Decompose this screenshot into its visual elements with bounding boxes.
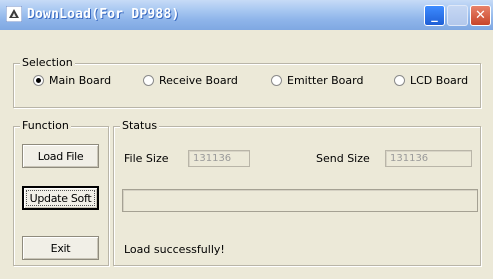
minimize-icon: _ <box>431 8 438 23</box>
minimize-button[interactable]: _ <box>424 5 445 26</box>
radio-label: Main Board <box>49 74 112 87</box>
function-legend: Function <box>20 119 71 133</box>
radio-circle[interactable] <box>394 75 405 86</box>
app-icon <box>6 6 22 22</box>
dialog-window: DownLoad(For DP988) _ ✕ Selection Main B… <box>0 0 493 279</box>
radio-lcd-board[interactable]: LCD Board <box>394 74 468 87</box>
maximize-button[interactable] <box>447 5 468 26</box>
close-button[interactable]: ✕ <box>470 5 491 26</box>
selection-legend: Selection <box>20 56 75 70</box>
close-icon: ✕ <box>475 8 486 23</box>
file-size-field: 131136 <box>188 150 250 167</box>
radio-circle[interactable] <box>33 75 44 86</box>
send-size-label: Send Size <box>316 152 370 165</box>
update-soft-button[interactable]: Update Soft <box>22 186 99 210</box>
status-legend: Status <box>120 119 160 133</box>
status-message: Load successfully! <box>124 243 225 256</box>
send-size-field: 131136 <box>385 150 472 167</box>
radio-label: LCD Board <box>410 74 469 87</box>
exit-button[interactable]: Exit <box>22 236 99 260</box>
radio-main-board[interactable]: Main Board <box>33 74 111 87</box>
file-size-label: File Size <box>124 152 169 165</box>
progress-bar <box>122 189 478 212</box>
radio-circle[interactable] <box>143 75 154 86</box>
radio-emitter-board[interactable]: Emitter Board <box>271 74 363 87</box>
radio-receive-board[interactable]: Receive Board <box>143 74 238 87</box>
radio-circle[interactable] <box>271 75 282 86</box>
title-bar[interactable]: DownLoad(For DP988) _ ✕ <box>0 0 493 30</box>
radio-label: Receive Board <box>159 74 238 87</box>
window-title: DownLoad(For DP988) <box>27 7 180 22</box>
radio-label: Emitter Board <box>287 74 364 87</box>
maximize-icon <box>448 6 467 25</box>
load-file-button[interactable]: Load File <box>22 144 99 168</box>
